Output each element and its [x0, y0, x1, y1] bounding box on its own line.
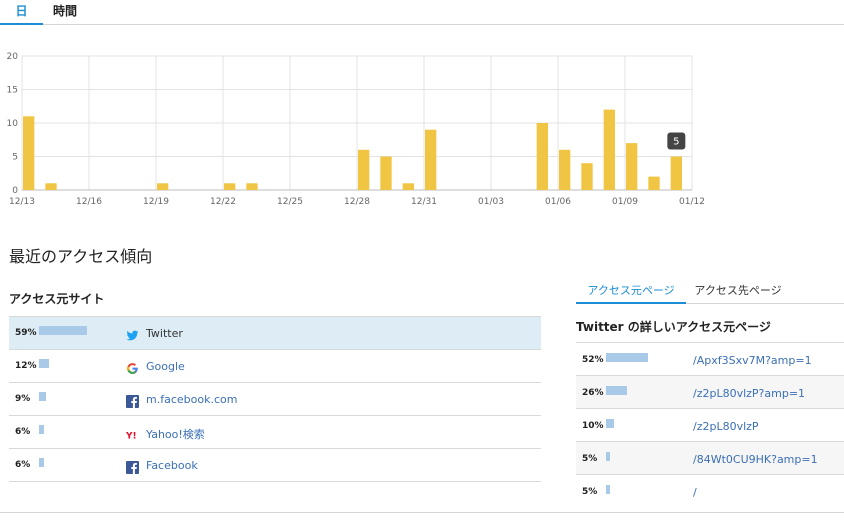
page-path-link[interactable]: /Apxf3Sxv7M?amp=1: [693, 354, 812, 367]
table-row[interactable]: 26% /z2pL80vlzP?amp=1: [576, 376, 844, 409]
site-name[interactable]: Google: [146, 360, 185, 373]
site-name[interactable]: m.facebook.com: [146, 393, 237, 406]
divider: [0, 512, 844, 513]
x-tick-label: 12/16: [76, 197, 102, 207]
share-bar: [606, 485, 610, 494]
share-percent: 9%: [15, 394, 31, 404]
share-bar: [39, 458, 44, 467]
table-row[interactable]: 52% /Apxf3Sxv7M?amp=1: [576, 343, 844, 376]
twitter-icon: [126, 327, 139, 341]
x-tick-label: 01/09: [612, 197, 638, 207]
share-bar: [606, 353, 648, 362]
tooltip-value: 5: [673, 137, 679, 148]
share-bar: [606, 419, 614, 428]
site-name[interactable]: Yahoo!検索: [146, 426, 205, 442]
table-row[interactable]: 6% Facebook: [9, 449, 541, 482]
google-icon: [126, 360, 139, 374]
referrer-pages-table: 52% /Apxf3Sxv7M?amp=1 26% /z2pL80vlzP?amp=1…: [576, 342, 844, 508]
page-path-link[interactable]: /z2pL80vlzP?amp=1: [693, 387, 805, 400]
detail-tabs: アクセス元ページ アクセス先ページ: [576, 282, 844, 304]
table-row[interactable]: 10% /z2pL80vlzP: [576, 409, 844, 442]
share-percent: 52%: [582, 355, 604, 365]
table-row[interactable]: 5% /: [576, 475, 844, 508]
bar: [224, 183, 236, 190]
x-tick-label: 12/19: [143, 197, 169, 207]
share-bar: [39, 392, 47, 401]
x-tick-label: 01/06: [545, 197, 571, 207]
period-tabs: 日 時間: [0, 0, 844, 25]
site-name[interactable]: Facebook: [146, 459, 198, 472]
share-bar: [39, 359, 49, 368]
page-path-link[interactable]: /: [693, 486, 697, 499]
bar: [246, 183, 258, 190]
share-percent: 5%: [582, 454, 598, 464]
share-percent: 26%: [582, 388, 604, 398]
section-title: 最近のアクセス傾向: [9, 247, 153, 266]
share-percent: 59%: [15, 328, 37, 338]
table-row[interactable]: 59% Twitter: [9, 317, 541, 350]
page-path-link[interactable]: /84Wt0CU9HK?amp=1: [693, 453, 818, 466]
bar: [626, 143, 638, 190]
bar: [581, 163, 593, 190]
bar: [23, 116, 35, 190]
y-tick-label: 0: [12, 186, 18, 196]
bar: [603, 109, 615, 190]
bar: [45, 183, 57, 190]
x-tick-label: 12/22: [210, 197, 236, 207]
share-bar: [39, 326, 88, 335]
referrer-sites-title: アクセス元サイト: [9, 292, 105, 306]
daily-access-chart: 0 5 10 15 20 12/13 12/16 12/19 12/22 12/25 12/28 12…: [7, 52, 705, 207]
x-tick-label: 12/31: [411, 197, 437, 207]
bar: [559, 149, 571, 190]
yahoo-icon: Y!: [125, 426, 139, 442]
share-percent: 12%: [15, 361, 37, 371]
share-percent: 10%: [582, 421, 604, 431]
y-tick-label: 15: [7, 86, 18, 96]
share-percent: 6%: [15, 427, 31, 437]
share-bar: [606, 452, 610, 461]
tab-referrer-pages[interactable]: アクセス元ページ: [576, 282, 686, 304]
x-tick-label: 12/25: [277, 197, 303, 207]
table-row[interactable]: 6% Y! Yahoo!検索: [9, 416, 541, 449]
y-tick-label: 20: [7, 52, 19, 62]
share-percent: 6%: [15, 460, 31, 470]
share-bar: [606, 386, 627, 395]
facebook-icon: [126, 459, 139, 474]
bar: [670, 156, 682, 190]
tab-hour[interactable]: 時間: [44, 0, 86, 25]
referrer-sites-table: 59% Twitter 12% Google 9% m.facebook.com 6% Y! Y…: [9, 316, 541, 482]
svg-text:Y!: Y!: [126, 432, 137, 442]
bar: [648, 176, 660, 190]
table-row[interactable]: 5% /84Wt0CU9HK?amp=1: [576, 442, 844, 475]
referrer-pages-title: Twitter の詳しいアクセス元ページ: [576, 320, 771, 334]
x-tick-label: 12/28: [344, 197, 370, 207]
bar: [358, 149, 370, 190]
facebook-icon: [126, 393, 139, 408]
x-tick-label: 01/12: [679, 197, 705, 207]
tab-destination-pages[interactable]: アクセス先ページ: [688, 282, 788, 304]
site-name[interactable]: Twitter: [146, 327, 183, 340]
tab-day[interactable]: 日: [0, 0, 43, 25]
bar: [402, 183, 414, 190]
table-row[interactable]: 9% m.facebook.com: [9, 383, 541, 416]
x-tick-label: 12/13: [9, 197, 35, 207]
y-tick-label: 10: [7, 119, 19, 129]
y-tick-label: 5: [12, 153, 18, 163]
table-row[interactable]: 12% Google: [9, 350, 541, 383]
bar: [536, 123, 548, 190]
x-tick-label: 01/03: [478, 197, 504, 207]
bar: [425, 129, 437, 190]
share-percent: 5%: [582, 487, 598, 497]
bar: [380, 156, 392, 190]
share-bar: [39, 425, 44, 434]
bar: [157, 183, 169, 190]
page-path-link[interactable]: /z2pL80vlzP: [693, 420, 759, 433]
